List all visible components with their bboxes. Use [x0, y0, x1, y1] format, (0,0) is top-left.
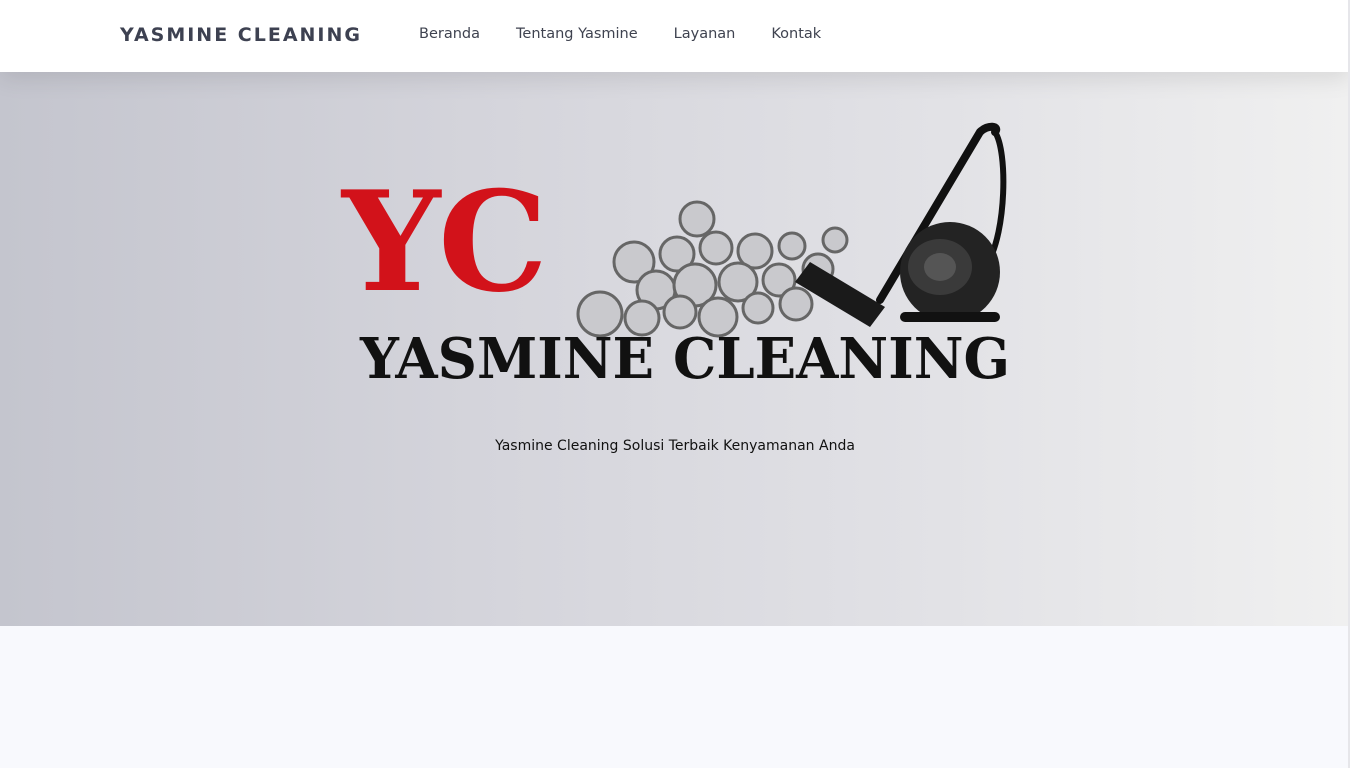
nav-link-layanan[interactable]: Layanan [674, 26, 736, 42]
nav-link-kontak[interactable]: Kontak [771, 26, 821, 42]
logo-monogram: YC [340, 160, 548, 323]
top-navbar: YASMINE CLEANING Beranda Tentang Yasmine… [0, 0, 1350, 72]
hero-section: YC YASMINE CLEANING Yasmine Cleaning Sol… [0, 72, 1350, 626]
nav-link-beranda[interactable]: Beranda [419, 26, 480, 42]
nav-menu: Beranda Tentang Yasmine Layanan Kontak [419, 26, 857, 42]
logo-wordmark: YASMINE CLEANING [359, 326, 1010, 392]
content-section [0, 626, 1350, 768]
vacuum-cleaner-icon [795, 122, 1007, 327]
yasmine-cleaning-logo: YC YASMINE CLEANING [340, 122, 1010, 392]
hero-tagline: Yasmine Cleaning Solusi Terbaik Kenyaman… [495, 438, 855, 454]
brand-logo-text[interactable]: YASMINE CLEANING [120, 24, 362, 46]
nav-link-tentang-yasmine[interactable]: Tentang Yasmine [516, 26, 638, 42]
